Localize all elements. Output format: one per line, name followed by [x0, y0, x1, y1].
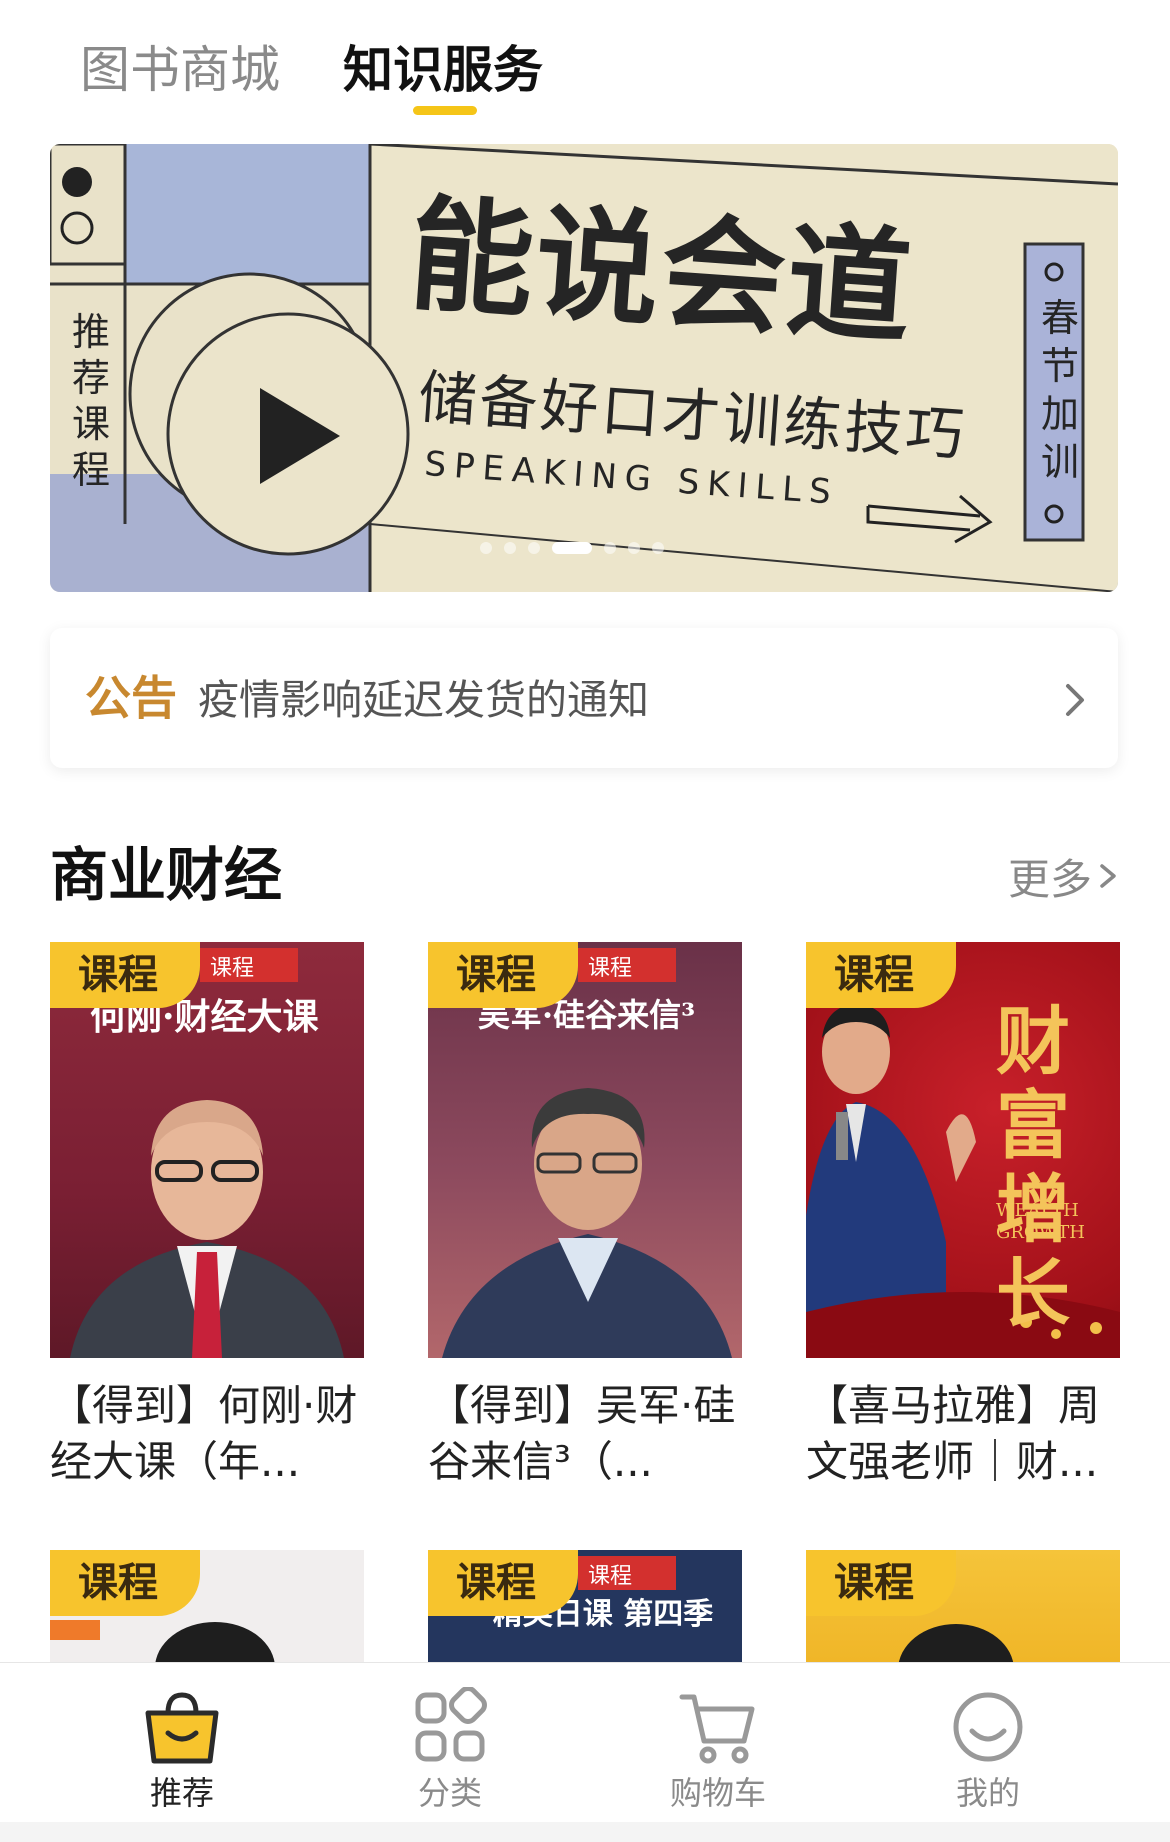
- grid-icon: [415, 1687, 487, 1762]
- banner-left-label: 推荐课程: [71, 310, 110, 492]
- promo-banner[interactable]: 能说会道 储备好口才训练技巧 SPEAKING SKILLS 推荐课程 春节加训: [50, 144, 1118, 592]
- course-cover: 财富增长 WEALTH GROWTH 课程: [806, 942, 1120, 1358]
- course-title: 【得到】何刚·财经大课（年...: [50, 1381, 358, 1486]
- nav-label: 分类: [417, 1774, 482, 1812]
- course-type-badge: 课程: [806, 1550, 956, 1616]
- banner-page-dot[interactable]: [552, 542, 592, 554]
- course-cover-english: WEALTH GROWTH: [996, 1200, 1085, 1243]
- banner-page-dot[interactable]: [504, 542, 516, 554]
- course-cover: 何刚·财经大课 课程 课程: [50, 942, 364, 1358]
- course-type-badge: 课程: [428, 1550, 578, 1616]
- banner-page-dot[interactable]: [628, 542, 640, 554]
- more-label: 更多: [1007, 854, 1092, 904]
- course-cover-label: 课程: [210, 956, 255, 981]
- shopping-bag-icon: [145, 1692, 219, 1764]
- notice-text: 疫情影响延迟发货的通知: [198, 676, 649, 724]
- home-indicator-bar: [0, 1822, 1170, 1842]
- banner-page-dot[interactable]: [652, 542, 664, 554]
- nav-recommend[interactable]: 推荐: [82, 1687, 282, 1817]
- banner-page-dots: [480, 542, 664, 554]
- top-tab-bar: 图书商城 知识服务: [0, 0, 1170, 130]
- course-cover: 吴军·硅谷来信³ 课程 课程: [428, 942, 742, 1358]
- course-title: 【得到】吴军·硅谷来信³（...: [428, 1381, 736, 1486]
- course-title: 【喜马拉雅】周文强老师｜财...: [806, 1381, 1101, 1486]
- chevron-right-icon: [1100, 864, 1116, 888]
- banner-page-dot[interactable]: [528, 542, 540, 554]
- course-type-badge: 课程: [50, 1550, 200, 1616]
- more-link[interactable]: 更多: [1008, 846, 1120, 906]
- section-title: 商业财经: [50, 841, 283, 909]
- course-cover-label: 课程: [588, 956, 633, 981]
- nav-category[interactable]: 分类: [350, 1687, 550, 1817]
- course-type-badge: 课程: [806, 942, 956, 1008]
- course-type-badge: 课程: [50, 942, 200, 1008]
- nav-mine[interactable]: 我的: [888, 1687, 1088, 1817]
- tab-books[interactable]: 图书商城: [80, 38, 280, 102]
- course-cover: 课程: [806, 1550, 1120, 1662]
- notice-tag: 公告: [85, 671, 177, 725]
- tab-knowledge-service[interactable]: 知识服务: [343, 38, 543, 102]
- nav-label: 购物车: [669, 1774, 766, 1812]
- course-cover: 课程: [50, 1550, 364, 1662]
- cart-icon: [679, 1694, 755, 1764]
- nav-cart[interactable]: 购物车: [618, 1687, 818, 1817]
- chevron-right-icon: [1066, 684, 1084, 716]
- banner-page-dot[interactable]: [480, 542, 492, 554]
- course-cover-label: 课程: [588, 1564, 633, 1589]
- banner-page-dot[interactable]: [604, 542, 616, 554]
- course-type-badge: 课程: [428, 942, 578, 1008]
- active-tab-indicator: [413, 106, 477, 115]
- nav-label: 推荐: [149, 1774, 214, 1812]
- smile-face-icon: [953, 1692, 1023, 1762]
- course-cover: 精英日课 第四季 课程 课程: [428, 1550, 742, 1662]
- banner-right-label: 春节加训: [1040, 296, 1079, 484]
- course-cover-text: 财富增长: [996, 999, 1070, 1337]
- notice-bar[interactable]: 公告 疫情影响延迟发货的通知: [50, 628, 1118, 768]
- nav-label: 我的: [955, 1774, 1020, 1812]
- bottom-nav: 推荐 分类 购物车 我的: [0, 1662, 1170, 1822]
